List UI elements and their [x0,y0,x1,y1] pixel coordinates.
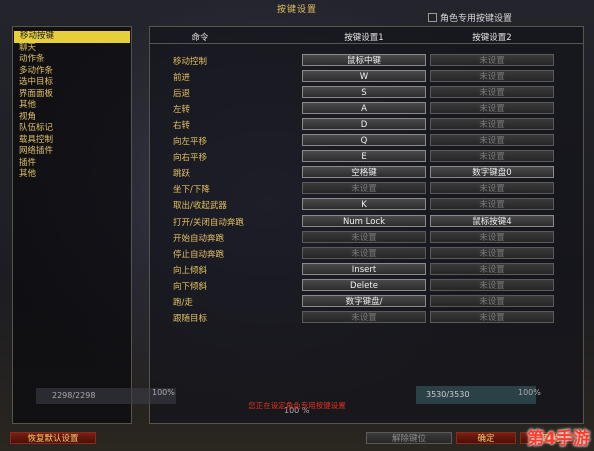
table-row: 取出/收起武器 K 未设置 [150,197,583,213]
keybind-2-button[interactable]: 未设置 [430,86,554,99]
category-item[interactable]: 移动按键 [14,31,130,43]
header-key2: 按键设置2 [472,33,512,43]
role-keybind-checkbox[interactable] [428,13,437,22]
command-label: 跳跃 [173,169,191,180]
command-label: 向左平移 [173,137,208,148]
keybind-2-button[interactable]: 未设置 [430,294,554,307]
command-label: 向上倾斜 [173,265,208,276]
keybind-1-button[interactable]: Num Lock [302,214,426,227]
category-item[interactable]: 视角 [13,112,131,124]
keybind-2-button[interactable]: 未设置 [430,278,554,291]
command-label: 后退 [173,89,191,100]
role-keybind-toggle[interactable]: 角色专用按键设置 [428,11,512,24]
role-warning-text: 您正在设定角色专用按键设置 [248,401,346,410]
category-item[interactable]: 界面面板 [13,89,131,101]
category-item[interactable]: 网络插件 [13,146,131,158]
table-row: 前进 W 未设置 [150,69,583,85]
keybind-2-button[interactable]: 未设置 [430,310,554,323]
restore-defaults-button[interactable]: 恢复默认设置 [10,432,96,444]
keybind-1-button[interactable]: A [302,102,426,115]
header-divider [150,43,583,44]
keybind-1-button[interactable]: 空格键 [302,166,426,179]
keybind-2-button[interactable]: 未设置 [430,230,554,243]
keybind-1-button[interactable]: E [302,150,426,163]
command-label: 跑/走 [173,297,193,308]
keybind-1-button[interactable]: S [302,86,426,99]
keybind-1-button[interactable]: K [302,198,426,211]
keybind-1-button[interactable]: D [302,118,426,131]
category-item[interactable]: 插件 [13,158,131,170]
keybind-1-button[interactable]: 鼠标中键 [302,54,426,66]
category-item[interactable]: 多动作条 [13,66,131,78]
category-item[interactable]: 其他 [13,100,131,112]
table-row: 坐下/下降 未设置 未设置 [150,181,583,197]
table-row: 向右平移 E 未设置 [150,149,583,165]
keybind-2-button[interactable]: 未设置 [430,54,554,66]
table-row: 跟随目标 未设置 未设置 [150,310,583,326]
keybind-2-button[interactable]: 未设置 [430,246,554,259]
keybind-1-button[interactable]: Q [302,134,426,147]
command-label: 坐下/下降 [173,185,210,196]
keybind-1-button[interactable]: Delete [302,278,426,291]
keybind-1-button[interactable]: 未设置 [302,230,426,243]
keybind-2-button[interactable]: 未设置 [430,182,554,195]
category-item[interactable]: 载具控制 [13,135,131,147]
category-item[interactable]: 动作条 [13,54,131,66]
keybind-2-button[interactable]: 未设置 [430,262,554,275]
unbind-button[interactable]: 解除键位 [366,432,452,444]
keybind-1-button[interactable]: 数字键盘/ [302,294,426,307]
command-label: 开始自动奔跑 [173,233,225,244]
keybind-2-button[interactable]: 数字键盘0 [430,166,554,179]
category-item[interactable]: 其他 [13,169,131,181]
keybind-2-button[interactable]: 未设置 [430,118,554,131]
keybind-table: 命令 按键设置1 按键设置2 移动控制 鼠标中键 未设置 前进 W 未设置 后退 S 未设置 左转… [149,26,584,424]
command-label: 跟随目标 [173,313,208,324]
command-label: 左转 [173,105,191,116]
command-label: 停止自动奔跑 [173,249,225,260]
keybind-2-button[interactable]: 未设置 [430,102,554,115]
command-label: 右转 [173,121,191,132]
command-label: 移动控制 [173,57,208,67]
keybind-2-button[interactable]: 未设置 [430,150,554,163]
table-row: 开始自动奔跑 未设置 未设置 [150,230,583,246]
keybind-1-button[interactable]: Insert [302,262,426,275]
command-label: 前进 [173,73,191,84]
keybind-2-button[interactable]: 未设置 [430,70,554,83]
category-item[interactable]: 选中目标 [13,77,131,89]
keybind-1-button[interactable]: W [302,70,426,83]
command-label: 取出/收起武器 [173,201,227,212]
command-label: 向下倾斜 [173,281,208,292]
keybind-2-button[interactable]: 未设置 [430,198,554,211]
table-row: 跑/走 数字键盘/未设置 [150,294,583,310]
table-row: 跳跃 空格键 数字键盘0 [150,165,583,181]
keybind-2-button[interactable]: 未设置 [430,134,554,147]
command-label: 向右平移 [173,153,208,164]
header-command: 命令 [191,33,209,43]
target-health-pct: 100% [518,388,541,397]
command-label: 打开/关闭自动奔跑 [173,217,244,228]
keybind-1-button[interactable]: 未设置 [302,246,426,259]
table-row: 后退 S 未设置 [150,85,583,101]
category-item[interactable]: 聊天 [13,43,131,55]
table-row: 向下倾斜 Delete 未设置 [150,278,583,294]
category-item[interactable]: 队伍标记 [13,123,131,135]
table-row: 向左平移 Q 未设置 [150,133,583,149]
table-row: 向上倾斜 Insert 未设置 [150,262,583,278]
header-key1: 按键设置1 [344,33,384,43]
table-row: 左转 A 未设置 [150,101,583,117]
table-row: 右转 D 未设置 [150,117,583,133]
keybind-2-button[interactable]: 鼠标按键4 [430,214,554,227]
keybind-1-button[interactable]: 未设置 [302,310,426,323]
table-row: 打开/关闭自动奔跑 Num Lock 鼠标按键4 [150,214,583,230]
player-health-pct: 100% [152,388,175,397]
table-row: 移动控制 鼠标中键 未设置 [150,53,583,69]
ok-button[interactable]: 确定 [456,432,516,444]
role-keybind-label: 角色专用按键设置 [440,14,513,24]
category-list: 移动按键 聊天 动作条 多动作条 选中目标 界面面板 其他 视角 队伍标记 载具控制 网络插件 插件其… [12,26,132,424]
watermark-logo: 第4手游 [527,429,590,449]
table-row: 停止自动奔跑 未设置 未设置 [150,246,583,262]
keybind-1-button[interactable]: 未设置 [302,182,426,195]
